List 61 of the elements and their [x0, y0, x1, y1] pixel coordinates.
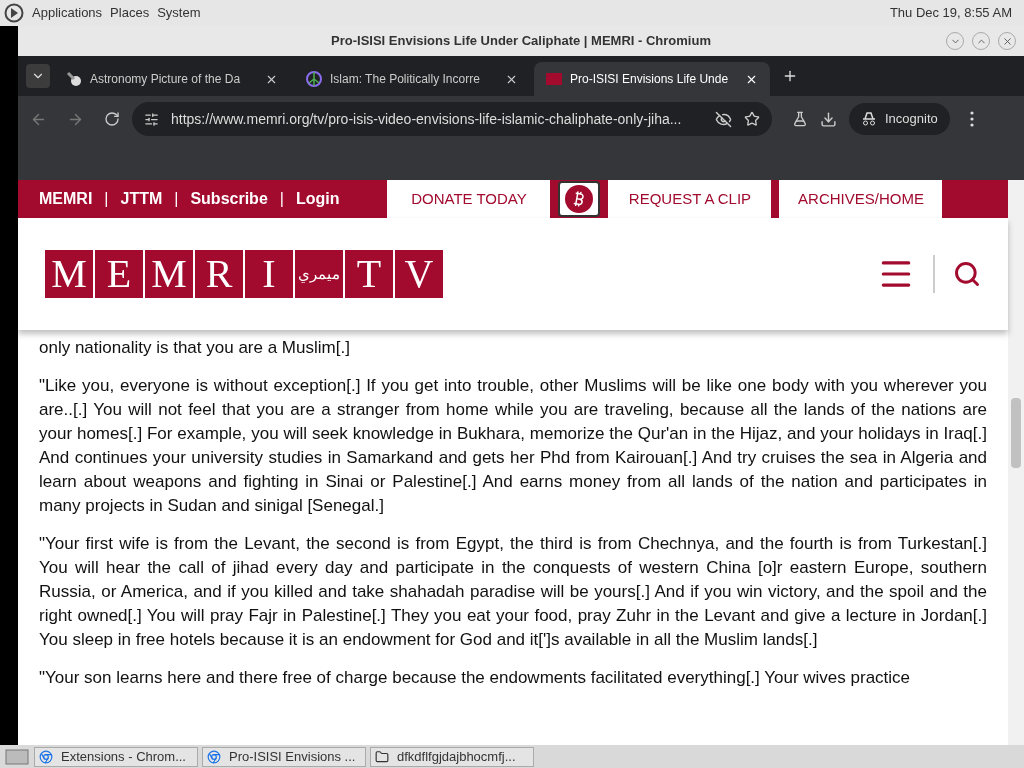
incognito-icon [861, 112, 877, 126]
incognito-badge[interactable]: Incognito [849, 103, 950, 135]
logo-tile: M [45, 250, 93, 298]
clock[interactable]: Thu Dec 19, 8:55 AM [889, 3, 1012, 23]
tab-title: Astronomy Picture of the Da [90, 71, 242, 88]
logo-tile: I [245, 250, 293, 298]
nav-link[interactable]: MEMRI [39, 187, 93, 211]
panel-menu[interactable]: Places [110, 3, 150, 23]
panel-menu[interactable]: Applications [32, 3, 103, 23]
logo-tile: V [395, 250, 443, 298]
bitcoin-button[interactable] [558, 181, 601, 217]
article-paragraph: "Like you, everyone is without exception[.] If you get into trouble, other Muslims will be like one body with you wherever you are..[.] You will not feel that you are a stranger from home while you are traveling, because all the lands of the nations are your homes[.] For example, you will seek knowledge in Bukhara, memorize the Qur'an in the Hijaz, and your holidays in Iraq[.] And continues your university studies in Samarkand and gets her Phd from Kairouan[.] And try cruises the sea in Algeria and learn about weapons and fighting in Sinai or Palestine[.] And earns money from all lands of the nation and participates in many projects in Sudan and sinigal [Senegal.] [39, 375, 987, 517]
browser-tab[interactable]: Pro-ISISI Envisions Life Unde [534, 62, 770, 96]
tab-title: Islam: The Politically Incorre [330, 71, 481, 88]
taskbar-item[interactable]: Pro-ISISI Envisions ... [202, 746, 366, 767]
browser-tab[interactable]: Islam: The Politically Incorre [294, 62, 530, 96]
window-title: Pro-ISISI Envisions Life Under Caliphate | MEMRI - Chromium [331, 32, 711, 51]
taskbar-item[interactable]: dfkdflfgjdajbhocmfj... [370, 746, 534, 767]
logo-tile: M [145, 250, 193, 298]
separator: | [279, 189, 284, 209]
header-button[interactable]: DONATE TODAY [387, 180, 551, 218]
separator: | [174, 189, 179, 209]
site-settings-icon[interactable] [144, 111, 159, 127]
site-icon [546, 73, 562, 85]
comet-icon [66, 71, 82, 87]
logo-tile: T [345, 250, 393, 298]
more-icon[interactable] [969, 111, 974, 127]
taskbar-item[interactable]: Extensions - Chrom... [34, 746, 198, 767]
nav-link[interactable]: JTTM [120, 187, 163, 211]
panel-menu[interactable]: System [157, 3, 201, 23]
tab-title: Pro-ISISI Envisions Life Unde [570, 71, 730, 88]
separator: | [104, 189, 109, 209]
star-icon[interactable] [744, 111, 760, 127]
bitcoin-icon [565, 185, 594, 213]
nav-link[interactable]: Subscribe [190, 187, 268, 211]
close-icon [1001, 35, 1013, 47]
browser-icon [39, 749, 53, 764]
reload-icon[interactable] [104, 111, 120, 127]
tab-search-button[interactable] [26, 64, 50, 88]
logo-tile: E [95, 250, 143, 298]
browser-icon [207, 749, 221, 764]
download-icon[interactable] [820, 110, 837, 128]
browser-tab[interactable]: Astronomy Picture of the Da [54, 62, 290, 96]
nav-link[interactable]: Login [295, 187, 340, 211]
new-tab-icon[interactable] [782, 68, 798, 84]
url-text: https://www.memri.org/tv/pro-isis-video-envisions-life-islamic-chaliphate-only-jiha... [171, 109, 683, 129]
logo-tile: R [195, 250, 243, 298]
peace-icon [306, 71, 322, 87]
address-bar[interactable]: https://www.memri.org/tv/pro-isis-video-envisions-life-islamic-chaliphate-only-jiha... [132, 102, 772, 136]
logo-tile: ميمري [295, 250, 343, 298]
search-icon[interactable] [953, 260, 981, 288]
eye-slash-icon[interactable] [715, 110, 732, 128]
profile-label: Incognito [885, 110, 938, 129]
header-button[interactable]: ARCHIVES/HOME [779, 180, 943, 218]
folder-icon [375, 749, 389, 764]
article-paragraph: "Your son learns here and there free of charge because the endowments facilitated everything[.] Your wives practice [39, 667, 912, 689]
distro-logo-icon[interactable] [4, 3, 24, 23]
header-button[interactable]: REQUEST A CLIP [608, 180, 772, 218]
article-paragraph: "Your first wife is from the Levant, the second is from Egypt, the third is from Chechnya, and the fourth is from Turkestan[.] You will hear the call of jihad every day and participate in the conquests of western China [o]r eastern Europe, southern Russia, or America, and if you killed and take shahadah paradise will be yours[.] And if you win victory, and the spoil and the right owned[.] You will pray Fajr in Palestine[.] They you eat your food, pray Zuhr in the Levant and give a lecture in Jordan[.] You sleep in free hotels because it is an endowment for God and it[']s available in all the Muslim lands[.] [39, 533, 987, 651]
article-paragraph: only nationality is that you are a Muslim[.] [39, 337, 351, 359]
flask-icon[interactable] [792, 111, 808, 127]
